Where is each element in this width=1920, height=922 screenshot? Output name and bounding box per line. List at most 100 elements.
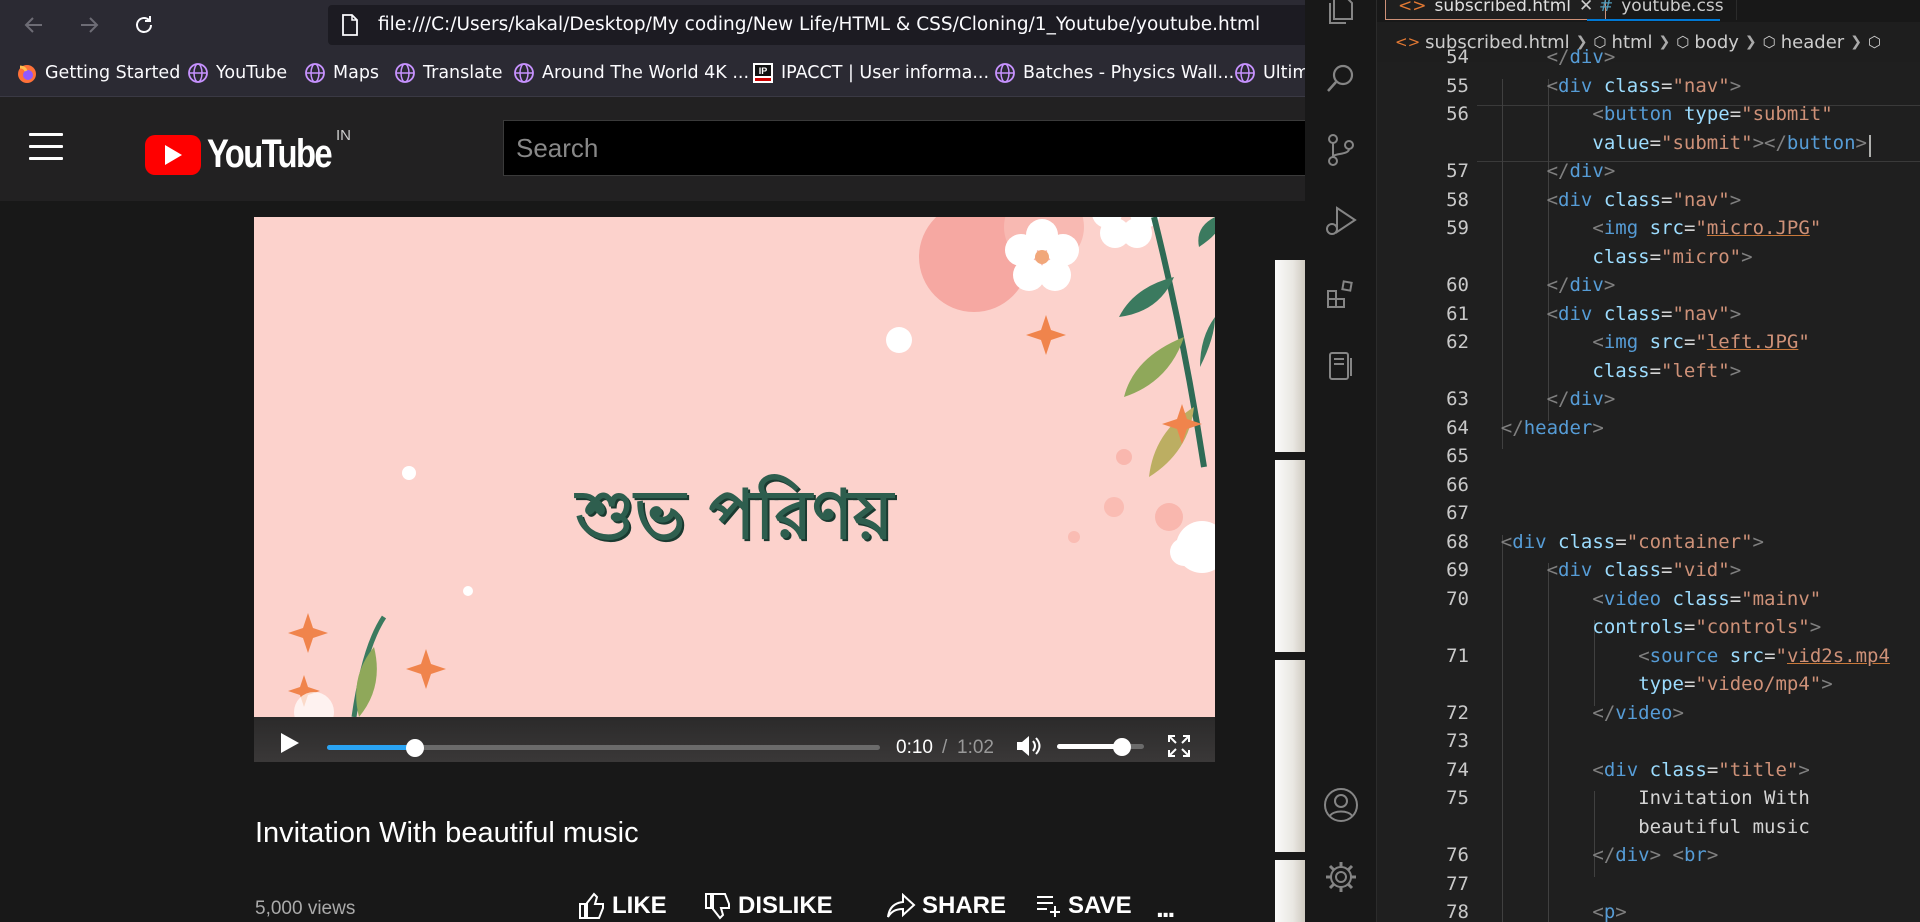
line-number: 77 [1446, 872, 1469, 895]
thumbs-up-icon [579, 892, 604, 919]
thumbnail[interactable] [1275, 260, 1305, 452]
globe-icon [513, 62, 535, 84]
explorer-button[interactable] [1322, 0, 1360, 30]
search-button[interactable] [1322, 59, 1360, 97]
line-number: 64 [1446, 416, 1469, 439]
tab-label: subscribed.html [1434, 0, 1572, 16]
reload-button[interactable] [128, 9, 160, 41]
globe-icon [187, 62, 209, 84]
video-player[interactable]: শুভ পরিণয় 0:10 / 1:02 [254, 217, 1215, 762]
html-icon: <> [1398, 0, 1427, 16]
youtube-logo[interactable]: YouTube [145, 132, 358, 177]
settings-button[interactable] [1322, 858, 1360, 896]
debug-icon [1326, 206, 1357, 235]
tab-subscribed-html[interactable]: <> subscribed.html ✕ [1385, 0, 1607, 20]
chevron-right-icon: ❯ [1850, 34, 1862, 50]
bookmark-item[interactable]: Translate [394, 62, 502, 84]
volume-slider[interactable] [1057, 738, 1144, 756]
bookmark-item[interactable]: Ultim [1234, 62, 1305, 84]
video-title: Invitation With beautiful music [255, 817, 639, 849]
code-line: </div> [1546, 160, 1616, 182]
tab-youtube-css[interactable]: # youtube.css [1587, 0, 1737, 20]
indent-guide [1502, 534, 1503, 922]
bookmark-item[interactable]: IP IPACCT | User informa... [752, 62, 989, 84]
play-logo-icon [145, 134, 201, 175]
back-button[interactable] [18, 9, 50, 41]
bookmarks-toolbar: Getting Started YouTube Maps Translate A… [0, 50, 1305, 97]
search-box[interactable] [503, 120, 1305, 176]
code-line: </div> [1546, 388, 1616, 410]
bookmark-label: Getting Started [45, 63, 181, 83]
youtube-header: YouTube IN [0, 97, 1305, 201]
time-separator: / [942, 737, 948, 758]
dislike-button[interactable]: DISLIKE [704, 892, 833, 920]
progress-thumb[interactable] [406, 739, 425, 757]
run-debug-button[interactable] [1322, 203, 1360, 241]
share-button[interactable]: SHARE [886, 892, 1006, 920]
remote-explorer-button[interactable] [1322, 347, 1360, 385]
bookmark-item[interactable]: Maps [304, 62, 379, 84]
play-button[interactable] [280, 732, 300, 759]
logo-text: YouTube [207, 132, 333, 176]
line-number: 67 [1446, 502, 1469, 524]
line-number: 65 [1446, 445, 1469, 467]
bookmark-item[interactable]: Around The World 4K ... [513, 62, 749, 84]
thumbnail[interactable] [1275, 860, 1305, 922]
line-number: 73 [1446, 730, 1469, 752]
bookmark-label: Translate [423, 63, 503, 83]
tab-label: youtube.css [1621, 0, 1724, 16]
bookmark-item[interactable]: Batches - Physics Wall... [994, 62, 1234, 84]
breadcrumb-body[interactable]: ⬡ body [1676, 32, 1739, 53]
fullscreen-button[interactable] [1167, 734, 1191, 762]
volume-thumb[interactable] [1113, 738, 1132, 756]
accounts-button[interactable] [1322, 786, 1360, 824]
bookmark-label: Around The World 4K ... [542, 63, 750, 83]
line-number: 68 [1446, 530, 1469, 553]
more-options-button[interactable]: ... [1156, 892, 1175, 922]
progress-bar[interactable] [327, 739, 880, 757]
code-line: Invitation With [1638, 787, 1810, 809]
code-line: type="video/mp4"> [1638, 673, 1833, 695]
share-label: SHARE [922, 892, 1007, 919]
total-time: 1:02 [957, 737, 994, 758]
code-line: <div class="container"> [1500, 530, 1764, 553]
arrow-left-icon [24, 17, 42, 33]
chevron-right-icon: ❯ [1744, 34, 1757, 50]
thumbnail[interactable] [1275, 460, 1305, 652]
files-icon [1329, 0, 1353, 24]
line-number: 75 [1446, 787, 1469, 809]
screen: file:///C:/Users/kakal/Desktop/My coding… [0, 0, 1920, 922]
breadcrumb-header[interactable]: ⬡ header [1763, 32, 1845, 53]
code-line: </div> [1546, 46, 1616, 68]
thumbnail[interactable] [1275, 660, 1305, 852]
line-number: 63 [1446, 388, 1469, 410]
source-control-button[interactable] [1322, 131, 1360, 169]
cube-icon: ⬡ [1676, 33, 1690, 51]
bookmark-item[interactable]: Getting Started [16, 62, 180, 84]
volume-icon [1017, 736, 1041, 756]
playlist-add-icon [1037, 896, 1060, 917]
forward-button[interactable] [73, 9, 105, 41]
code-line: </video> [1592, 701, 1684, 724]
search-input[interactable] [504, 121, 1305, 175]
code-editor[interactable]: 54 </div> 55 <div class="nav"> 56 <button typ… [1377, 46, 1920, 922]
extensions-button[interactable] [1322, 275, 1360, 313]
menu-icon[interactable] [29, 133, 63, 161]
extensions-icon [1327, 280, 1353, 308]
line-number: 58 [1446, 188, 1469, 211]
code-line: <div class="title"> [1592, 758, 1810, 781]
like-button[interactable]: LIKE [578, 892, 667, 920]
address-bar[interactable]: file:///C:/Users/kakal/Desktop/My coding… [328, 5, 1305, 45]
bookmark-item[interactable]: YouTube [187, 62, 287, 84]
save-button[interactable]: SAVE [1036, 892, 1132, 920]
code-line: <div class="vid"> [1546, 559, 1742, 581]
code-line: <button type="submit" [1592, 103, 1833, 125]
chevron-right-icon: ❯ [1658, 34, 1671, 50]
thumbs-down-icon [705, 893, 730, 920]
line-number: 66 [1446, 473, 1469, 496]
volume-button[interactable] [1015, 733, 1043, 762]
video-overlay-text: শুভ পরিণয় [575, 475, 894, 555]
firefox-icon [16, 62, 38, 84]
breadcrumb-label: html [1611, 31, 1653, 53]
line-number: 78 [1446, 901, 1469, 922]
